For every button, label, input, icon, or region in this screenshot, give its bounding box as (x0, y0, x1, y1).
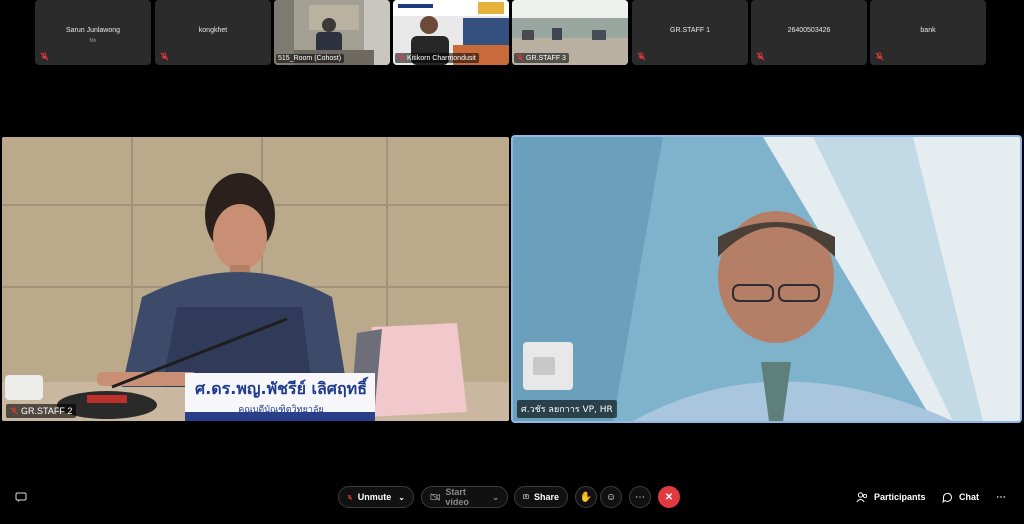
participant-thumbnail-video[interactable]: GR.STAFF 3 (512, 0, 628, 65)
nameplate-line-2: คณบดีบัณฑิตวิทยาลัย (238, 405, 324, 415)
participant-thumbnail[interactable]: Sarun Junlawong Me (35, 0, 151, 65)
participant-label: 515_Room (Cohost) (276, 54, 345, 63)
participant-label: Kitikorn Charmondusit (395, 53, 479, 63)
main-video-tile-gr-staff-2[interactable]: ศ.ดร.พญ.พัชรีย์ เลิศฤทธิ์ คณบดีบัณฑิตวิท… (2, 137, 509, 421)
participant-name: Kitikorn Charmondusit (407, 54, 476, 62)
mic-muted-icon (637, 52, 646, 61)
participant-name: kongkhet (198, 27, 228, 34)
chevron-down-icon[interactable]: ⌄ (398, 493, 405, 502)
caption-icon[interactable] (10, 486, 32, 508)
participant-label: GR.STAFF 2 (6, 404, 77, 418)
participant-thumbnail-video[interactable]: 515_Room (Cohost) (274, 0, 390, 65)
participants-label: Participants (874, 492, 926, 502)
start-video-label: Start video (445, 487, 469, 507)
mic-muted-icon (40, 52, 49, 61)
share-label: Share (533, 492, 559, 502)
main-video-tile-active-speaker[interactable]: ศ.วชัร ลยกาาร VP, HR (513, 137, 1020, 421)
participant-label: GR.STAFF 3 (514, 53, 569, 63)
video-feed-active-speaker (513, 137, 1020, 421)
participant-name: bank (920, 27, 936, 34)
participant-name: GR.STAFF 2 (21, 406, 73, 416)
mic-muted-icon (160, 52, 169, 61)
end-call-button[interactable]: ✕ (658, 486, 680, 508)
mic-muted-icon (397, 54, 405, 62)
participant-name: Sarun Junlawong (65, 27, 121, 34)
share-icon (523, 494, 529, 499)
more-options-icon[interactable]: ⋯ (629, 486, 651, 508)
share-button[interactable]: Share (514, 486, 568, 508)
mic-muted-icon (875, 52, 884, 61)
participant-name: 26400503426 (787, 27, 831, 34)
mic-muted-icon (516, 54, 524, 62)
participants-icon (856, 491, 868, 502)
participant-name: GR.STAFF 1 (670, 27, 710, 34)
unmute-label: Unmute (357, 492, 392, 502)
mic-muted-icon (347, 494, 353, 500)
start-video-button[interactable]: Start video ⌄ (421, 486, 508, 508)
video-off-icon (430, 493, 440, 501)
meeting-toolbar: Unmute ⌄ Start video ⌄ Share ✋ ☺ ⋯ ✕ Par… (0, 476, 1024, 524)
participant-thumbnail[interactable]: bank (870, 0, 986, 65)
participant-thumbnail[interactable]: GR.STAFF 1 (632, 0, 748, 65)
chat-button[interactable]: Chat (942, 486, 979, 508)
mic-muted-icon (756, 52, 765, 61)
more-icon[interactable]: ⋯ (996, 486, 1006, 508)
chat-icon (942, 492, 952, 503)
nameplate: ศ.ดร.พญ.พัชรีย์ เลิศฤทธิ์ คณบดีบัณฑิตวิท… (190, 377, 372, 416)
chat-label: Chat (959, 492, 979, 502)
reactions-icon[interactable]: ☺ (600, 486, 622, 508)
participant-thumbnail[interactable]: kongkhet (155, 0, 271, 65)
nameplate-line-1: ศ.ดร.พญ.พัชรีย์ เลิศฤทธิ์ (195, 379, 367, 398)
participant-name: GR.STAFF 3 (526, 54, 566, 62)
participant-thumbnail-video[interactable]: Kitikorn Charmondusit (393, 0, 509, 65)
chevron-down-icon[interactable]: ⌄ (492, 493, 499, 502)
unmute-button[interactable]: Unmute ⌄ (338, 486, 414, 508)
participant-label: ศ.วชัร ลยกาาร VP, HR (517, 400, 617, 418)
raise-hand-icon[interactable]: ✋ (575, 486, 597, 508)
participant-thumbnail[interactable]: 26400503426 (751, 0, 867, 65)
participants-button[interactable]: Participants (856, 486, 926, 508)
mic-muted-icon (10, 407, 18, 415)
participant-sub: Me (89, 38, 97, 44)
